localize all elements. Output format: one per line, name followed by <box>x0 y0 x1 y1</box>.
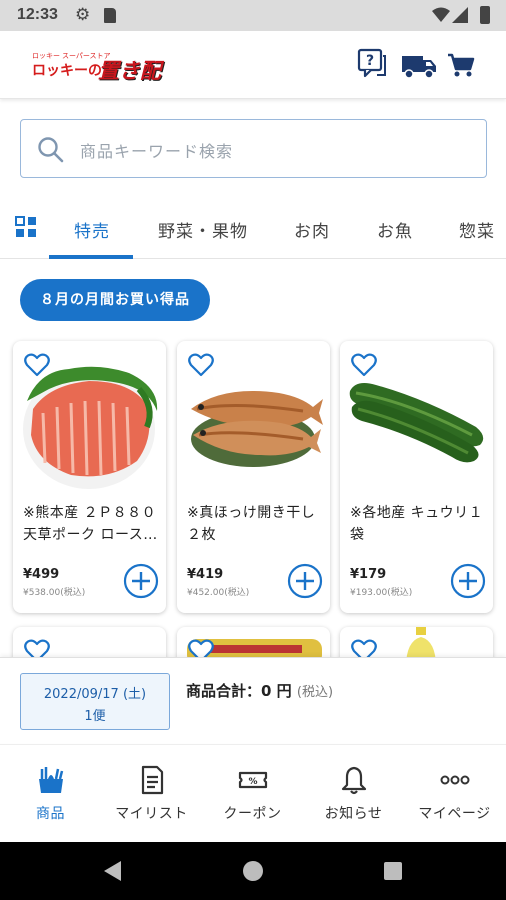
nav-products-label: 商品 <box>36 806 65 822</box>
products-icon <box>39 767 64 793</box>
product-card[interactable]: ※真ほっけ開き干し ２枚 ¥419 ¥452.00(税込) <box>177 341 330 613</box>
cart-total: 商品合計：0 円 (税込) <box>186 680 333 701</box>
nav-mypage-label: マイページ <box>418 806 491 822</box>
bottom-nav: 商品 マイリスト % クーポン お知らせ マイページ <box>0 744 506 840</box>
search-input[interactable]: 商品キーワード検索 <box>80 138 233 162</box>
delivery-date: 2022/09/17 (土) <box>43 687 147 702</box>
svg-text:%: % <box>248 777 257 787</box>
app-root: 12:33 ⚙ ロッキー スーパーストア ロッキーの 置き配 ? 商品キーワード… <box>0 0 506 900</box>
nav-coupon[interactable]: % クーポン <box>202 745 303 841</box>
active-tab-indicator <box>49 255 133 259</box>
category-grid-icon[interactable] <box>15 216 37 238</box>
cart-total-tax-note: (税込) <box>296 685 334 700</box>
bell-icon <box>341 766 367 795</box>
nav-mylist[interactable]: マイリスト <box>101 745 202 841</box>
logo-main-text: ロッキーの <box>32 62 102 78</box>
system-nav-bar <box>0 842 506 900</box>
product-card[interactable]: ※熊本産 ２Ｐ８８０ 天草ポーク ロース… ¥499 ¥538.00(税込) <box>13 341 166 613</box>
nav-notifications[interactable]: お知らせ <box>303 745 404 841</box>
logo-brand-text: 置き配 <box>98 59 161 83</box>
nav-coupon-label: クーポン <box>223 806 282 822</box>
recent-apps-icon[interactable] <box>384 862 402 880</box>
product-tax-price: ¥452.00(税込) <box>187 588 250 598</box>
nav-mypage[interactable]: マイページ <box>404 745 505 841</box>
category-tabs: 特売 野菜・果物 お肉 お魚 惣菜 <box>0 199 506 259</box>
cart-total-label: 商品合計：0 円 <box>186 682 292 700</box>
tab-meat[interactable]: お肉 <box>294 217 330 242</box>
product-name: ※熊本産 ２Ｐ８８０ 天草ポーク ロース… <box>23 505 158 543</box>
status-bar: 12:33 ⚙ <box>0 0 506 31</box>
favorite-heart-icon[interactable] <box>188 353 214 377</box>
signal-icon <box>452 7 468 23</box>
add-to-cart-button[interactable] <box>450 563 486 599</box>
delivery-slot: 1便 <box>84 709 106 724</box>
delivery-slot-button[interactable]: 2022/09/17 (土) 1便 <box>20 673 170 730</box>
tab-deli[interactable]: 惣菜 <box>459 217 495 242</box>
nav-mylist-label: マイリスト <box>115 806 188 822</box>
product-name: ※真ほっけ開き干し ２枚 <box>187 505 316 543</box>
product-name: ※各地産 キュウリ１袋 <box>350 505 484 543</box>
tab-fish[interactable]: お魚 <box>377 217 413 242</box>
tab-vegetables-fruits[interactable]: 野菜・果物 <box>158 217 248 242</box>
wifi-icon <box>432 7 450 22</box>
sd-card-icon <box>104 8 116 23</box>
favorite-heart-icon[interactable] <box>351 353 377 377</box>
product-price: ¥419 <box>187 567 224 582</box>
product-tax-price: ¥193.00(税込) <box>350 588 413 598</box>
product-tax-price: ¥538.00(税込) <box>23 588 86 598</box>
product-price: ¥499 <box>23 567 60 582</box>
product-price: ¥179 <box>350 567 387 582</box>
status-time: 12:33 <box>17 6 58 23</box>
home-icon[interactable] <box>243 861 263 881</box>
gear-icon: ⚙ <box>75 5 91 25</box>
add-to-cart-button[interactable] <box>287 563 323 599</box>
more-icon <box>440 775 470 785</box>
back-icon[interactable] <box>104 861 122 881</box>
help-icon[interactable]: ? <box>357 48 387 80</box>
cart-icon[interactable] <box>447 48 475 80</box>
coupon-icon: % <box>238 771 268 789</box>
delivery-truck-icon[interactable] <box>401 48 437 80</box>
battery-icon <box>480 6 490 24</box>
cart-summary-bar: 2022/09/17 (土) 1便 商品合計：0 円 (税込) <box>0 657 506 743</box>
product-card[interactable]: ※各地産 キュウリ１袋 ¥179 ¥193.00(税込) <box>340 341 493 613</box>
nav-notifications-label: お知らせ <box>324 806 383 822</box>
mylist-icon <box>141 765 164 795</box>
search-icon <box>38 137 64 163</box>
add-to-cart-button[interactable] <box>123 563 159 599</box>
tab-tokubai[interactable]: 特売 <box>74 217 110 242</box>
svg-text:?: ? <box>366 53 374 69</box>
favorite-heart-icon[interactable] <box>24 353 50 377</box>
promo-chip[interactable]: ８月の月間お買い得品 <box>20 279 210 321</box>
search-bar[interactable]: 商品キーワード検索 <box>20 119 487 178</box>
nav-products[interactable]: 商品 <box>0 745 101 841</box>
brand-logo[interactable]: ロッキー スーパーストア ロッキーの 置き配 <box>30 51 165 83</box>
